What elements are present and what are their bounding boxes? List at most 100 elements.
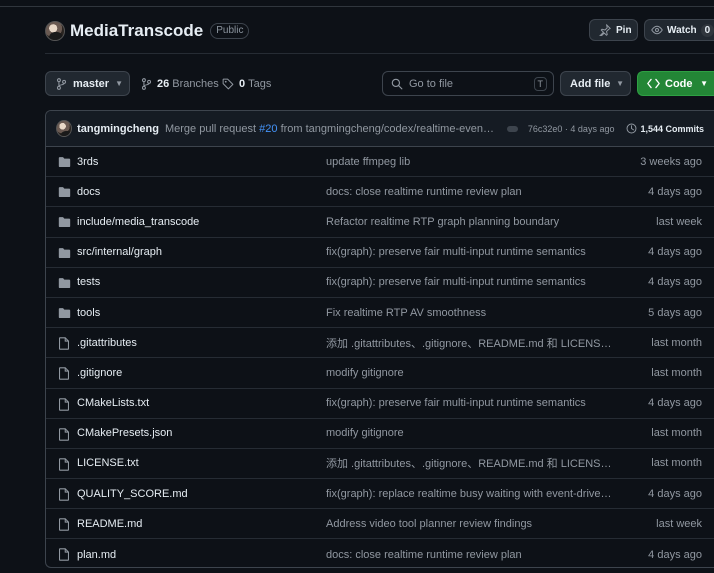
tag-icon: [222, 78, 234, 90]
owner-avatar[interactable]: [45, 21, 65, 41]
folder-icon: [58, 247, 71, 259]
file-commit-message[interactable]: fix(graph): replace realtime busy waitin…: [326, 488, 616, 500]
folder-icon: [58, 156, 71, 168]
file-table: tangmingcheng Merge pull request #20 fro…: [45, 110, 714, 568]
add-file-button[interactable]: Add file ▼: [560, 71, 631, 96]
file-commit-message[interactable]: update ffmpeg lib: [326, 156, 410, 168]
eye-icon: [651, 24, 663, 36]
file-commit-age: 4 days ago: [648, 246, 702, 259]
code-label: Code: [665, 77, 693, 90]
committer-avatar[interactable]: [56, 120, 73, 137]
tags-link[interactable]: 0 Tags: [222, 71, 271, 96]
file-commit-age: 4 days ago: [648, 276, 702, 289]
folder-icon: [58, 186, 71, 198]
file-row[interactable]: docs docs: close realtime runtime review …: [46, 177, 714, 208]
watch-button[interactable]: Watch 0: [644, 19, 714, 41]
file-icon: [58, 427, 71, 441]
file-name[interactable]: README.md: [77, 518, 142, 530]
branch-icon: [56, 77, 67, 90]
go-to-file-input[interactable]: Go to file T: [382, 71, 554, 96]
file-row[interactable]: include/media_transcode Refactor realtime…: [46, 207, 714, 238]
file-commit-message[interactable]: 添加 .gitattributes、.gitignore、README.md 和…: [326, 335, 616, 351]
file-name[interactable]: CMakeLists.txt: [77, 397, 149, 409]
file-commit-age: 4 days ago: [648, 185, 702, 198]
file-commit-message[interactable]: fix(graph): preserve fair multi-input ru…: [326, 276, 586, 288]
code-icon: [647, 78, 660, 89]
file-commit-message[interactable]: modify gitignore: [326, 427, 404, 439]
branch-icon: [141, 77, 152, 90]
file-name[interactable]: 3rds: [77, 156, 98, 168]
file-commit-message[interactable]: docs: close realtime runtime review plan: [326, 186, 522, 198]
add-file-label: Add file: [570, 77, 611, 90]
pin-label: Pin: [616, 24, 632, 36]
file-row[interactable]: plan.md docs: close realtime runtime revi…: [46, 539, 714, 567]
file-row[interactable]: CMakePresets.json modify gitignore last mo…: [46, 419, 714, 449]
file-commit-age: 4 days ago: [648, 487, 702, 500]
file-commit-message[interactable]: Fix realtime RTP AV smoothness: [326, 307, 486, 319]
file-row[interactable]: CMakeLists.txt fix(graph): preserve fair …: [46, 389, 714, 419]
commits-link[interactable]: 1,544 Commits: [626, 123, 704, 134]
commit-hash-time[interactable]: 76c32e0 · 4 days ago: [528, 124, 615, 134]
file-row[interactable]: tests fix(graph): preserve fair multi-inp…: [46, 268, 714, 298]
file-commit-age: last month: [651, 427, 702, 440]
file-name[interactable]: tools: [77, 307, 100, 319]
branches-link[interactable]: 26 Branches: [141, 71, 219, 96]
watch-count: 0: [700, 23, 714, 37]
top-divider: [0, 6, 714, 7]
expand-commit-message-icon[interactable]: [506, 125, 518, 132]
file-icon: [58, 337, 71, 350]
repo-header: MediaTranscode Public: [45, 20, 250, 42]
history-icon: [626, 123, 640, 134]
file-row[interactable]: README.md Address video tool planner revi…: [46, 509, 714, 540]
go-to-file-placeholder: Go to file: [409, 77, 454, 90]
file-name[interactable]: CMakePresets.json: [77, 427, 172, 439]
pin-button[interactable]: Pin: [589, 19, 638, 41]
file-name[interactable]: .gitattributes: [77, 337, 137, 349]
file-name[interactable]: QUALITY_SCORE.md: [77, 488, 188, 500]
file-row[interactable]: 3rds update ffmpeg lib 3 weeks ago: [46, 147, 714, 178]
file-commit-message[interactable]: docs: close realtime runtime review plan: [326, 549, 522, 561]
file-row[interactable]: .gitignore modify gitignore last month: [46, 358, 714, 389]
file-row[interactable]: QUALITY_SCORE.md fix(graph): replace real…: [46, 479, 714, 510]
file-icon: [58, 548, 71, 562]
file-commit-age: last month: [651, 336, 702, 349]
file-name[interactable]: include/media_transcode: [77, 216, 199, 228]
folder-icon: [58, 216, 71, 228]
file-name[interactable]: docs: [77, 186, 100, 198]
file-icon: [58, 488, 71, 501]
commit-message[interactable]: Merge pull request #20 from tangmingchen…: [165, 123, 495, 135]
file-commit-age: 3 weeks ago: [640, 155, 702, 168]
file-row[interactable]: .gitattributes 添加 .gitattributes、.gitigno…: [46, 328, 714, 359]
branch-name: master: [73, 77, 110, 90]
file-row[interactable]: src/internal/graph fix(graph): preserve f…: [46, 238, 714, 268]
code-button[interactable]: Code ▼: [637, 71, 714, 96]
pull-request-link[interactable]: #20: [259, 123, 277, 135]
pin-icon: [599, 24, 611, 36]
visibility-badge: Public: [210, 23, 250, 39]
commit-author[interactable]: tangmingcheng: [77, 123, 159, 135]
chevron-down-icon: ▼: [616, 79, 624, 88]
file-name[interactable]: LICENSE.txt: [77, 457, 139, 469]
file-commit-message[interactable]: modify gitignore: [326, 367, 404, 379]
latest-commit-bar: tangmingcheng Merge pull request #20 fro…: [46, 111, 714, 147]
file-name[interactable]: src/internal/graph: [77, 246, 162, 258]
file-icon: [58, 397, 71, 411]
file-commit-age: last week: [656, 517, 702, 530]
header-divider: [45, 53, 714, 54]
branch-select-button[interactable]: master ▼: [45, 71, 130, 96]
file-row[interactable]: tools Fix realtime RTP AV smoothness 5 day…: [46, 298, 714, 329]
file-name[interactable]: .gitignore: [77, 367, 122, 379]
repo-name[interactable]: MediaTranscode: [70, 21, 203, 41]
file-commit-message[interactable]: 添加 .gitattributes、.gitignore、README.md 和…: [326, 455, 616, 471]
file-commit-message[interactable]: Address video tool planner review findin…: [326, 518, 532, 530]
file-row[interactable]: LICENSE.txt 添加 .gitattributes、.gitignore、…: [46, 449, 714, 480]
folder-icon: [58, 277, 71, 289]
tags-label: Tags: [248, 77, 272, 90]
file-name[interactable]: plan.md: [77, 549, 116, 561]
file-commit-message[interactable]: fix(graph): preserve fair multi-input ru…: [326, 246, 586, 258]
file-commit-message[interactable]: Refactor realtime RTP graph planning bou…: [326, 216, 559, 228]
file-commit-age: last month: [651, 457, 702, 470]
file-commit-message[interactable]: fix(graph): preserve fair multi-input ru…: [326, 397, 586, 409]
file-commit-age: 5 days ago: [648, 306, 702, 319]
file-name[interactable]: tests: [77, 276, 100, 288]
